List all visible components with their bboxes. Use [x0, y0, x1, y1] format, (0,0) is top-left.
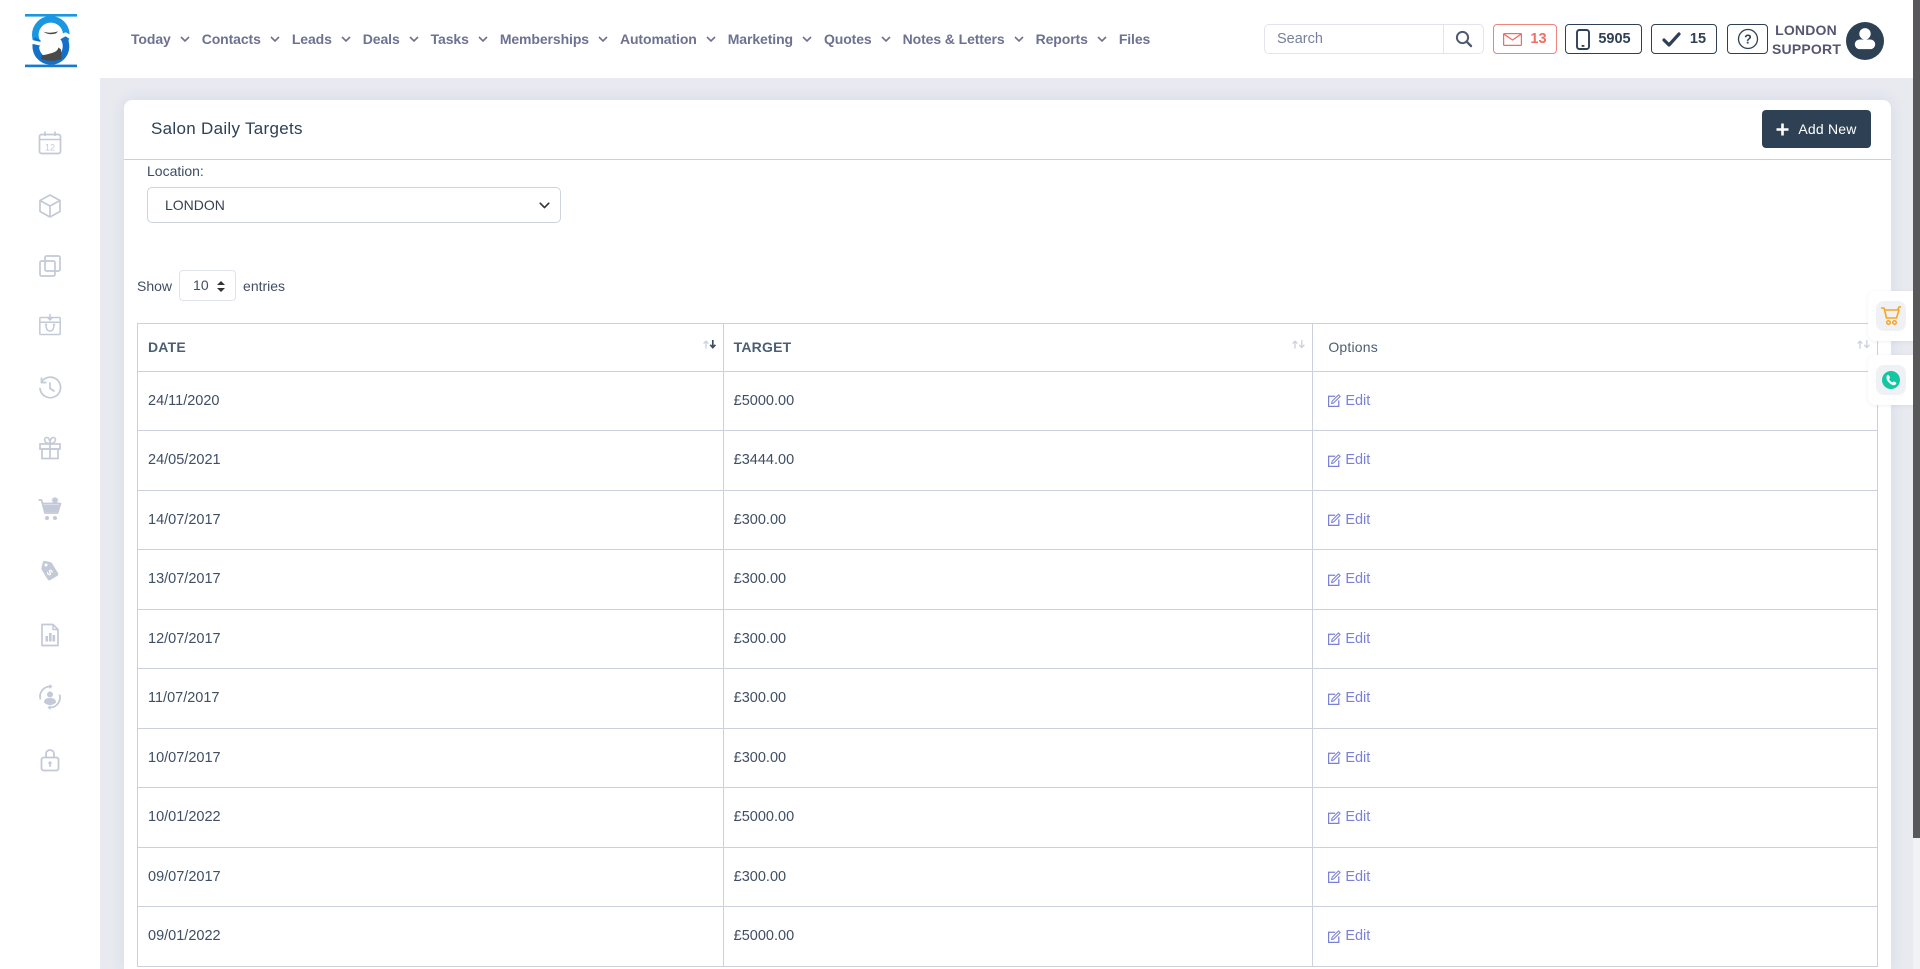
svg-text:12: 12: [45, 143, 55, 153]
svg-text:?: ?: [1744, 32, 1752, 46]
